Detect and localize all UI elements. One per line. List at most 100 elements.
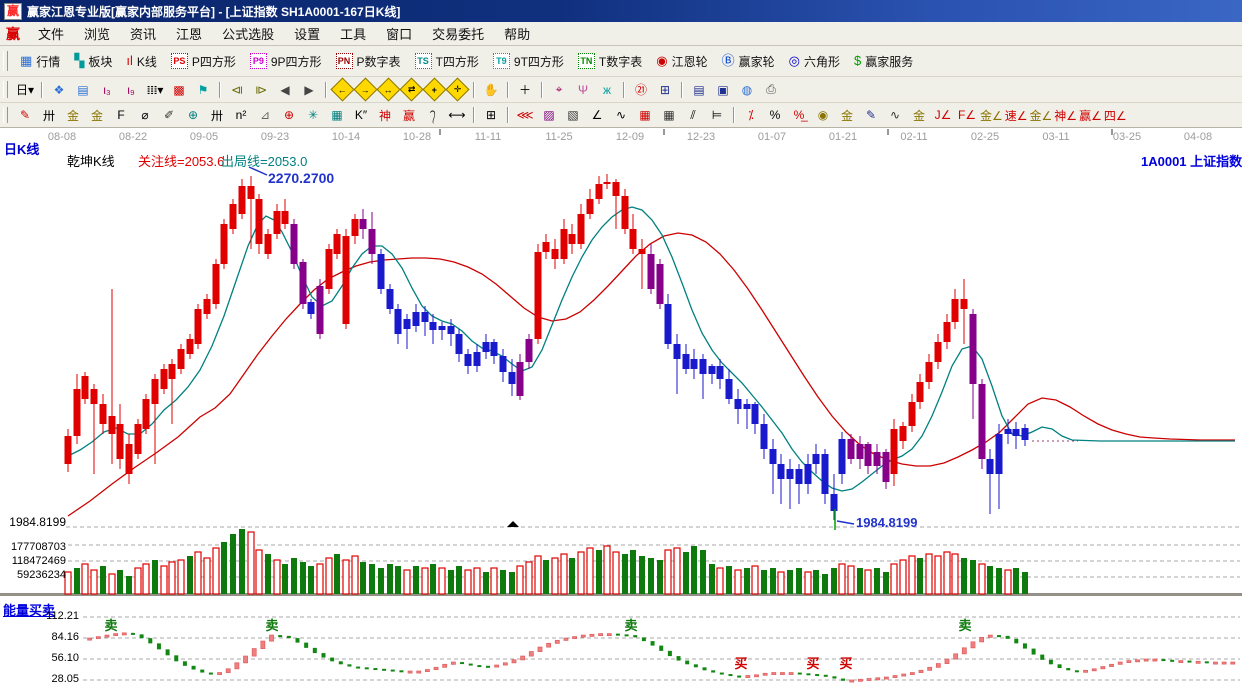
symbol-label[interactable]: 1A0001 上证指数 [1141,151,1242,170]
draw-f-angle-button[interactable]: F∠ [956,106,978,124]
draw-parallel-button[interactable]: ⫽ [682,106,704,124]
hand-tool-button[interactable]: ✋ [480,80,502,100]
menu-item-4[interactable]: 公式选股 [212,22,284,45]
brain-shape-button[interactable]: ж [596,80,618,100]
diamond-cross-button[interactable]: + [422,77,447,102]
winner-wheel-button[interactable]: Ⓑ 赢家轮 [715,53,782,70]
draw-k-quote-button[interactable]: K″ [350,106,372,124]
toolbar-grip-2[interactable] [3,81,8,98]
candle-style-dropdown[interactable]: 𝍖▾ [144,80,166,100]
draw-measure-button[interactable]: ⟷ [446,106,468,124]
menu-item-9[interactable]: 帮助 [494,22,540,45]
draw-gann-ruler-button[interactable]: 卅 [38,106,60,124]
draw-line-box-button[interactable]: ▧ [562,106,584,124]
draw-gold-angle2-button[interactable]: 金∠ [1030,106,1053,124]
chart9-button[interactable]: ι₉ [120,80,142,100]
winner-service-button[interactable]: $ 赢家服务 [847,53,920,70]
hexagon-button[interactable]: ◎ 六角形 [782,53,847,70]
diamond-right-button[interactable]: → [353,77,378,102]
next-button[interactable]: ▶ [298,80,320,100]
draw-grid-red-button[interactable]: ▦ [634,106,656,124]
kline-chart-canvas[interactable] [0,128,1242,686]
draw-grid123-button[interactable]: ᭢ [422,106,444,124]
period-dropdown[interactable]: 日▾ [14,80,36,100]
draw-gold-level2-button[interactable]: 金 [908,106,930,124]
web-save-button[interactable]: ◍ [736,80,758,100]
draw-grid-dark-button[interactable]: ▦ [658,106,680,124]
notes-button[interactable]: ▤ [688,80,710,100]
menu-item-5[interactable]: 设置 [284,22,330,45]
pattern-button[interactable]: ▩ [168,80,190,100]
prev-button[interactable]: ◀ [274,80,296,100]
chart-area[interactable]: 日K线 乾坤K线 关注线=2053.6 出局线=2053.0 2270.2700… [0,128,1242,686]
menu-item-2[interactable]: 资讯 [120,22,166,45]
draw-hist-button[interactable]: ⊨ [706,106,728,124]
first-page-button[interactable]: ⧏ [226,80,248,100]
t-square-button[interactable]: TS T四方形 [408,53,486,70]
draw-circle-gann-button[interactable]: ⊕ [182,106,204,124]
toolbar-grip[interactable] [3,51,8,71]
draw-gold-ruler1-button[interactable]: 金 [62,106,84,124]
draw-spiral-button[interactable]: ⌀ [134,106,156,124]
print-button[interactable]: ⎙ [760,80,782,100]
calendar-button[interactable]: ㉑ [630,80,652,100]
draw-j-angle-button[interactable]: J∠ [932,106,954,124]
save-button[interactable]: ▣ [712,80,734,100]
gann-shape-button[interactable]: Ψ [572,80,594,100]
network-view-button[interactable]: ❖ [48,80,70,100]
menu-item-1[interactable]: 浏览 [74,22,120,45]
draw-angle-lines-button[interactable]: ∠ [586,106,608,124]
draw-speed-angle-button[interactable]: 速∠ [1005,106,1028,124]
toolbar-grip-3[interactable] [3,107,8,123]
draw-ruler-button[interactable]: 卅 [206,106,228,124]
last-page-button[interactable]: ⧐ [250,80,272,100]
9t-square-button[interactable]: T9 9T四方形 [486,53,571,70]
menu-item-7[interactable]: 窗口 [376,22,422,45]
draw-angle-button[interactable]: ⊿ [254,106,276,124]
draw-gold-ruler2-button[interactable]: 金 [86,106,108,124]
menu-item-8[interactable]: 交易委托 [422,22,494,45]
draw-four-angle-button[interactable]: 四∠ [1104,106,1127,124]
draw-fan-button[interactable]: ⋘ [514,106,536,124]
9p-square-button[interactable]: P9 9P四方形 [243,53,329,70]
quotes-button[interactable]: ▦ 行情 [13,53,67,70]
p-square-button[interactable]: PS P四方形 [164,53,243,70]
p-table-button[interactable]: PN P数字表 [329,53,408,70]
period-label[interactable]: 日K线 [4,139,39,158]
diamond-compress-button[interactable]: ⇄ [399,77,424,102]
diamond-star-button[interactable]: ✛ [445,77,470,102]
draw-gann-circle-button[interactable]: ⊕ [278,106,300,124]
menu-item-6[interactable]: 工具 [330,22,376,45]
draw-percent-line-button[interactable]: ⁒ [740,106,762,124]
draw-ying-button[interactable]: 赢 [398,106,420,124]
calculator-button[interactable]: ⊞ [654,80,676,100]
title-bar[interactable]: 赢 赢家江恩专业版[赢家内部服务平台] - [上证指数 SH1A0001-167… [0,0,1242,22]
sectors-button[interactable]: ▚ 板块 [67,53,119,70]
diamond-left-button[interactable]: ← [330,77,355,102]
draw-n2-button[interactable]: n² [230,106,252,124]
angle-tool-button[interactable]: ⌖ [548,80,570,100]
draw-shen-angle-button[interactable]: 神∠ [1054,106,1077,124]
draw-spoke-wheel-button[interactable]: ✳ [302,106,324,124]
draw-gold-level-button[interactable]: 金 [836,106,858,124]
draw-gold-angle-button[interactable]: 金∠ [980,106,1003,124]
draw-wave-button[interactable]: ∿ [610,106,632,124]
draw-f-ruler-button[interactable]: F [110,106,132,124]
gann-wheel-button[interactable]: ◉ 江恩轮 [649,53,714,70]
draw-grid-wheel-button[interactable]: ▦ [326,106,348,124]
draw-box-button[interactable]: ⊞ [480,106,502,124]
chart3-button[interactable]: ι₃ [96,80,118,100]
draw-percent-button[interactable]: % [764,106,786,124]
crosshair-button[interactable]: ＋ [514,80,536,100]
diamond-expand-button[interactable]: ↔ [376,77,401,102]
kline-button[interactable]: ıl K线 [119,53,164,70]
draw-wave2-button[interactable]: ∿ [884,106,906,124]
draw-shen-button[interactable]: 神 [374,106,396,124]
draw-fan-box-button[interactable]: ▨ [538,106,560,124]
menu-item-0[interactable]: 文件 [28,22,74,45]
draw-percent-bar-button[interactable]: %̲ [788,106,810,124]
draw-pen-ruler-button[interactable]: ✐ [158,106,180,124]
draw-gold-circle-button[interactable]: ◉ [812,106,834,124]
color-flag-button[interactable]: ⚑ [192,80,214,100]
draw-ying-angle-button[interactable]: 赢∠ [1079,106,1102,124]
